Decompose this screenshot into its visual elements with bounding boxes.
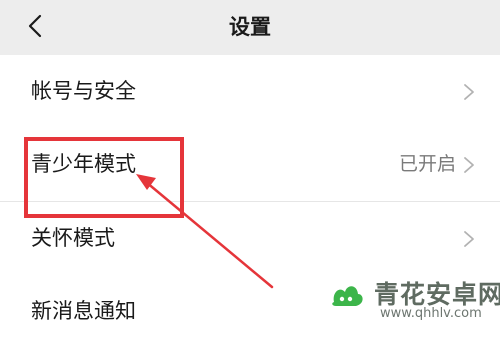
- watermark-url: www.qhhlv.com: [380, 306, 482, 321]
- watermark: 青花安卓网 www.qhhlv.com: [320, 270, 500, 328]
- watermark-logo-icon: [322, 274, 368, 320]
